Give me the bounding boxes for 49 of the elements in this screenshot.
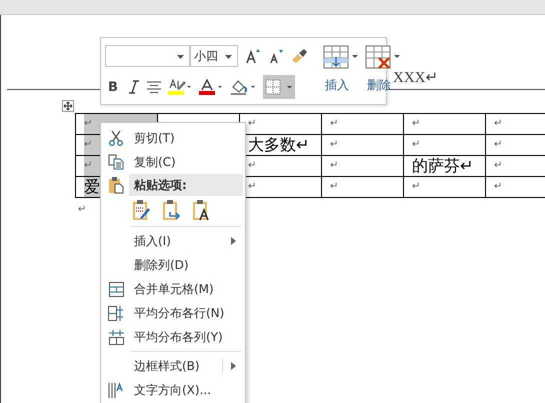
paste-formatting-icon[interactable] <box>132 199 152 221</box>
grow-font-icon[interactable] <box>245 48 261 64</box>
menu-item[interactable]: 插入(I) <box>103 229 243 253</box>
submenu-arrow-icon <box>231 237 236 245</box>
table-cell: ↵ <box>322 114 404 134</box>
insert-table-icon[interactable] <box>323 45 359 69</box>
highlighter-icon[interactable] <box>168 79 192 95</box>
table-cell: 的萨芬↵ <box>404 156 486 176</box>
scissors-icon <box>108 130 124 146</box>
move-handle-icon[interactable] <box>62 100 74 112</box>
font-size-field[interactable]: 小四 <box>190 45 238 67</box>
menu-item[interactable]: 删除列(D) <box>103 253 243 277</box>
shrink-font-icon[interactable] <box>268 48 284 64</box>
table-cell: ↵ <box>322 176 404 198</box>
clipboard-icon <box>108 176 124 194</box>
distribute-columns-icon <box>108 330 124 344</box>
submenu-arrow-icon <box>231 362 236 370</box>
dropdown-caret-icon[interactable] <box>225 55 232 59</box>
table-grid-icon <box>108 282 124 296</box>
font-name-field[interactable] <box>105 45 190 67</box>
text-direction-icon <box>108 382 124 398</box>
menu-section-header: 粘贴选项: <box>103 174 243 196</box>
borders-button[interactable] <box>262 75 295 99</box>
paste-merge-icon[interactable] <box>162 199 182 221</box>
shading-icon[interactable] <box>230 79 256 95</box>
table-cell: ↵ <box>404 114 486 134</box>
menu-item[interactable]: 平均分布各列(Y) <box>103 325 243 349</box>
dropdown-caret-icon[interactable] <box>177 55 184 59</box>
menu-item[interactable]: 文字方向(X)... <box>103 378 243 402</box>
distribute-rows-icon <box>108 306 124 320</box>
table-cell: ↵ <box>486 114 545 134</box>
header-text: XXX↵ <box>393 69 438 88</box>
table-cell: ↵ <box>322 134 404 156</box>
insert-label[interactable]: 插入 <box>323 77 349 94</box>
bold-button[interactable]: B <box>105 80 121 94</box>
brush-icon[interactable] <box>291 48 309 64</box>
menu-item[interactable]: 平均分布各行(N) <box>103 301 243 325</box>
delete-label[interactable]: 删除 <box>365 77 391 94</box>
table-cell: ↵ <box>322 156 404 176</box>
paragraph-mark: ↵ <box>78 204 88 215</box>
table-cell: ↵ <box>404 134 486 156</box>
delete-table-icon[interactable] <box>365 45 401 69</box>
menu-item[interactable]: 边框样式(B) <box>103 354 243 378</box>
italic-icon[interactable] <box>128 80 140 94</box>
copy-icon <box>108 154 124 170</box>
center-align-icon[interactable] <box>146 81 161 93</box>
table-cell: ↵ <box>404 176 486 198</box>
menu-item[interactable]: 合并单元格(M) <box>103 277 243 301</box>
font-color-icon[interactable] <box>198 79 223 95</box>
